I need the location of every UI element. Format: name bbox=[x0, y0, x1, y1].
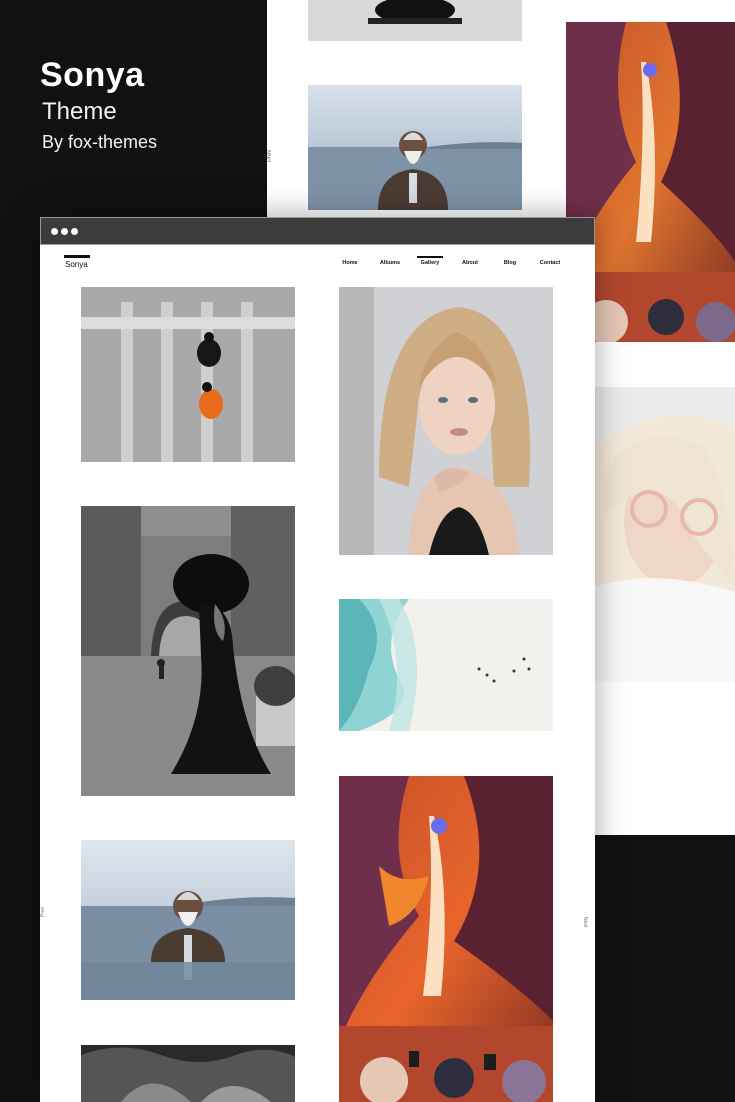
page: Prev Sonya Theme By fox-themes Sonya Hom… bbox=[0, 0, 735, 1102]
beach-aerial-photo[interactable] bbox=[339, 599, 553, 731]
browser-title-bar bbox=[40, 217, 595, 245]
logo-bar bbox=[64, 255, 90, 258]
hero-subtitle: Theme bbox=[42, 98, 117, 125]
background-dark-dress-photo[interactable] bbox=[308, 0, 522, 41]
site-logo[interactable]: Sonya bbox=[65, 260, 88, 269]
background-glasses-woman-photo[interactable] bbox=[594, 387, 735, 682]
window-controls bbox=[51, 228, 78, 235]
window-dot-icon[interactable] bbox=[71, 228, 78, 235]
nav-albums[interactable]: Albums bbox=[370, 260, 410, 266]
hero-byline: By fox-themes bbox=[42, 132, 158, 152]
background-old-man-photo[interactable] bbox=[308, 85, 522, 210]
window-dot-icon[interactable] bbox=[61, 228, 68, 235]
antelope-canyon-photo[interactable] bbox=[339, 776, 553, 1102]
hero-title: Sonya bbox=[40, 56, 145, 94]
nav-gallery[interactable]: Gallery bbox=[410, 256, 450, 266]
nav-home[interactable]: Home bbox=[330, 260, 370, 266]
background-prev-label[interactable]: Prev bbox=[267, 150, 273, 162]
main-nav: Home Albums Gallery About Blog Contact bbox=[330, 256, 570, 266]
next-link[interactable]: Next bbox=[582, 917, 588, 927]
palm-leaves-photo[interactable] bbox=[81, 1045, 295, 1102]
window-dot-icon[interactable] bbox=[51, 228, 58, 235]
old-man-water-photo[interactable] bbox=[81, 840, 295, 1000]
street-crosswalk-photo[interactable] bbox=[81, 287, 295, 462]
browser-window: Sonya Home Albums Gallery About Blog Con… bbox=[40, 217, 595, 1102]
black-gown-woman-photo[interactable] bbox=[81, 506, 295, 796]
nav-blog[interactable]: Blog bbox=[490, 260, 530, 266]
nav-about[interactable]: About bbox=[450, 260, 490, 266]
prev-link[interactable]: Prev bbox=[40, 907, 46, 917]
blonde-woman-portrait-photo[interactable] bbox=[339, 287, 553, 555]
nav-contact[interactable]: Contact bbox=[530, 260, 570, 266]
